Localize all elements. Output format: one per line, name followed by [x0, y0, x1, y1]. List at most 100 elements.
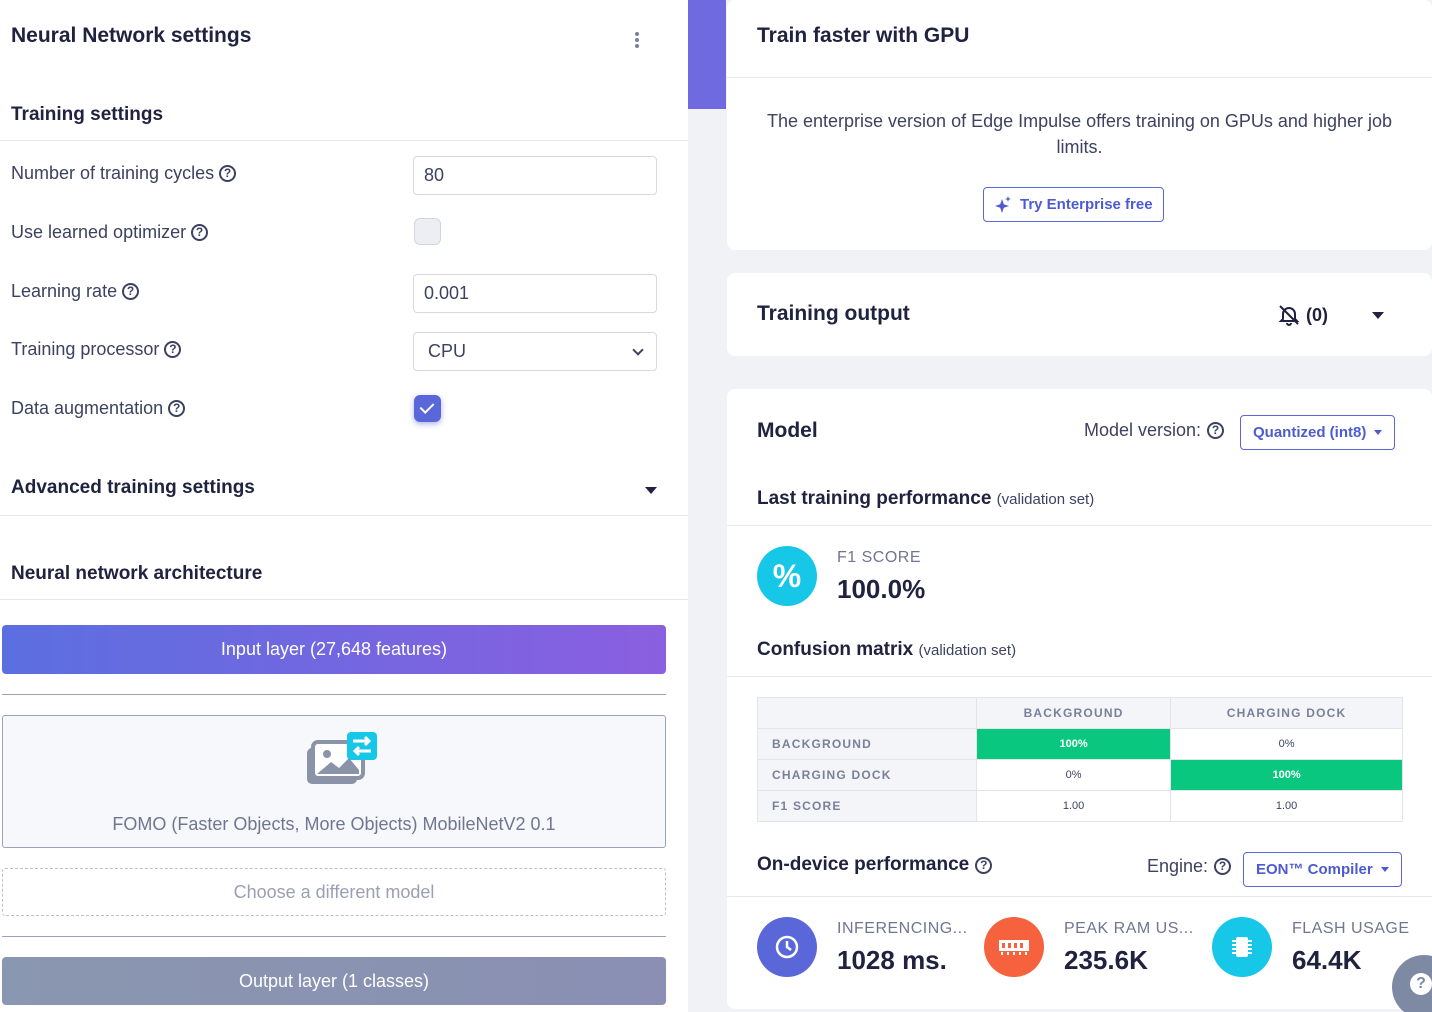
engine-label: Engine:: [1147, 856, 1209, 876]
peak-ram-label: PEAK RAM US...: [1064, 920, 1194, 937]
nn-settings-panel: Neural Network settings Training setting…: [0, 0, 688, 1012]
expand-caret-icon[interactable]: [1372, 312, 1384, 319]
gpu-card-title: Train faster with GPU: [757, 24, 970, 47]
peak-ram-value: 235.6K: [1064, 945, 1148, 975]
matrix-cell: 0%: [975, 759, 1172, 791]
try-enterprise-label: Try Enterprise free: [1020, 196, 1153, 213]
column-header: CHARGING DOCK: [1170, 697, 1403, 729]
augmentation-row-label: Data augmentation ?: [11, 398, 186, 419]
last-perf-title: Last training performance: [757, 488, 992, 509]
table-row: CHARGING DOCK 0% 100%: [757, 759, 1403, 791]
cycles-label: Number of training cycles: [11, 163, 215, 183]
training-output-card[interactable]: Training output (0): [727, 273, 1432, 356]
chip-icon: [1212, 917, 1272, 977]
matrix-cell: 1.00: [975, 790, 1172, 822]
confusion-matrix: BACKGROUND CHARGING DOCK BACKGROUND 100%…: [757, 697, 1403, 822]
flash-usage-label: FLASH USAGE: [1292, 920, 1410, 937]
learning-rate-input[interactable]: 0.001: [413, 274, 657, 313]
matrix-cell: 100%: [975, 728, 1172, 760]
learning-rate-row-label: Learning rate ?: [11, 281, 140, 302]
sparkle-icon: [995, 195, 1011, 213]
help-icon[interactable]: ?: [1214, 858, 1232, 875]
more-options-icon[interactable]: [634, 32, 640, 50]
accent-bar: [688, 0, 726, 109]
bell-off-icon[interactable]: [1278, 304, 1300, 326]
learning-rate-label: Learning rate: [11, 281, 118, 301]
processor-value: CPU: [428, 341, 467, 361]
help-icon[interactable]: ?: [975, 856, 993, 874]
on-device-title: On-device performance: [757, 854, 970, 875]
training-cycles-input[interactable]: 80: [413, 156, 657, 195]
help-icon[interactable]: ?: [1207, 422, 1225, 439]
chevron-down-icon: [632, 343, 644, 356]
model-version-label: Model version:: [1084, 420, 1202, 440]
data-augmentation-checkbox[interactable]: [414, 395, 441, 422]
clock-icon: [757, 917, 817, 977]
gutter: [688, 0, 727, 1012]
expand-caret-icon[interactable]: [645, 487, 657, 494]
engine-label-row: Engine: ?: [1147, 856, 1232, 877]
learned-optimizer-checkbox[interactable]: [414, 218, 441, 245]
help-icon[interactable]: ?: [168, 400, 186, 417]
advanced-settings-heading[interactable]: Advanced training settings: [11, 477, 255, 499]
output-layer-button[interactable]: Output layer (1 classes): [2, 957, 666, 1005]
right-panel: Train faster with GPU The enterprise ver…: [727, 0, 1432, 1012]
divider: [0, 599, 688, 600]
last-perf-note: (validation set): [996, 491, 1095, 508]
page-title: Neural Network settings: [11, 24, 252, 47]
percent-icon: %: [757, 546, 817, 606]
layer-connector: [2, 694, 666, 695]
processor-row-label: Training processor ?: [11, 339, 182, 360]
divider: [727, 896, 1432, 897]
engine-dropdown[interactable]: EON™ Compiler: [1243, 852, 1402, 887]
choose-model-button[interactable]: Choose a different model: [2, 868, 666, 916]
optimizer-row-label: Use learned optimizer ?: [11, 222, 209, 243]
ram-icon: [984, 917, 1044, 977]
training-processor-select[interactable]: CPU: [413, 332, 657, 371]
f1-score-label: F1 SCORE: [837, 549, 922, 566]
last-perf-heading: Last training performance (validation se…: [757, 488, 1094, 510]
model-version-dropdown[interactable]: Quantized (int8): [1240, 415, 1396, 450]
divider: [0, 515, 688, 516]
row-header: BACKGROUND: [757, 728, 977, 760]
row-header: F1 SCORE: [757, 790, 977, 822]
notification-count: (0): [1306, 305, 1328, 325]
training-settings-heading: Training settings: [11, 104, 164, 125]
try-enterprise-button[interactable]: Try Enterprise free: [983, 187, 1164, 222]
cycles-row-label: Number of training cycles ?: [11, 163, 237, 184]
inferencing-value: 1028 ms.: [837, 945, 947, 975]
help-icon[interactable]: ?: [219, 165, 237, 182]
inferencing-label: INFERENCING...: [837, 920, 968, 937]
table-row: F1 SCORE 1.00 1.00: [757, 790, 1403, 822]
table-header-row: BACKGROUND CHARGING DOCK: [757, 697, 1403, 729]
layer-connector: [2, 936, 666, 937]
help-icon[interactable]: ?: [164, 341, 182, 358]
caret-down-icon: [1380, 867, 1389, 872]
input-layer-button[interactable]: Input layer (27,648 features): [2, 625, 666, 674]
help-icon[interactable]: ?: [122, 283, 140, 300]
divider: [0, 140, 688, 141]
column-header: BACKGROUND: [975, 697, 1172, 729]
matrix-cell: 0%: [1170, 728, 1403, 760]
f1-score-value: 100.0%: [837, 574, 926, 604]
confusion-title: Confusion matrix: [757, 639, 914, 660]
divider: [727, 676, 1432, 677]
confusion-heading: Confusion matrix (validation set): [757, 639, 1016, 661]
model-version-label-row: Model version: ?: [1084, 420, 1225, 441]
question-icon: ?: [1410, 973, 1432, 995]
model-title: Model: [757, 419, 818, 442]
engine-value: EON™ Compiler: [1256, 861, 1373, 878]
learned-optimizer-label: Use learned optimizer: [11, 222, 187, 242]
row-header: CHARGING DOCK: [757, 759, 977, 791]
matrix-cell: 1.00: [1170, 790, 1403, 822]
help-icon[interactable]: ?: [191, 224, 209, 241]
model-card[interactable]: FOMO (Faster Objects, More Objects) Mobi…: [2, 715, 666, 848]
training-output-title: Training output: [757, 302, 910, 325]
confusion-note: (validation set): [918, 642, 1017, 659]
model-name: FOMO (Faster Objects, More Objects) Mobi…: [112, 814, 556, 834]
caret-down-icon: [1374, 430, 1383, 435]
flash-usage-value: 64.4K: [1292, 945, 1362, 975]
image-transfer-icon: [307, 732, 377, 784]
data-augmentation-label: Data augmentation: [11, 398, 164, 418]
gpu-card: Train faster with GPU The enterprise ver…: [727, 0, 1432, 250]
